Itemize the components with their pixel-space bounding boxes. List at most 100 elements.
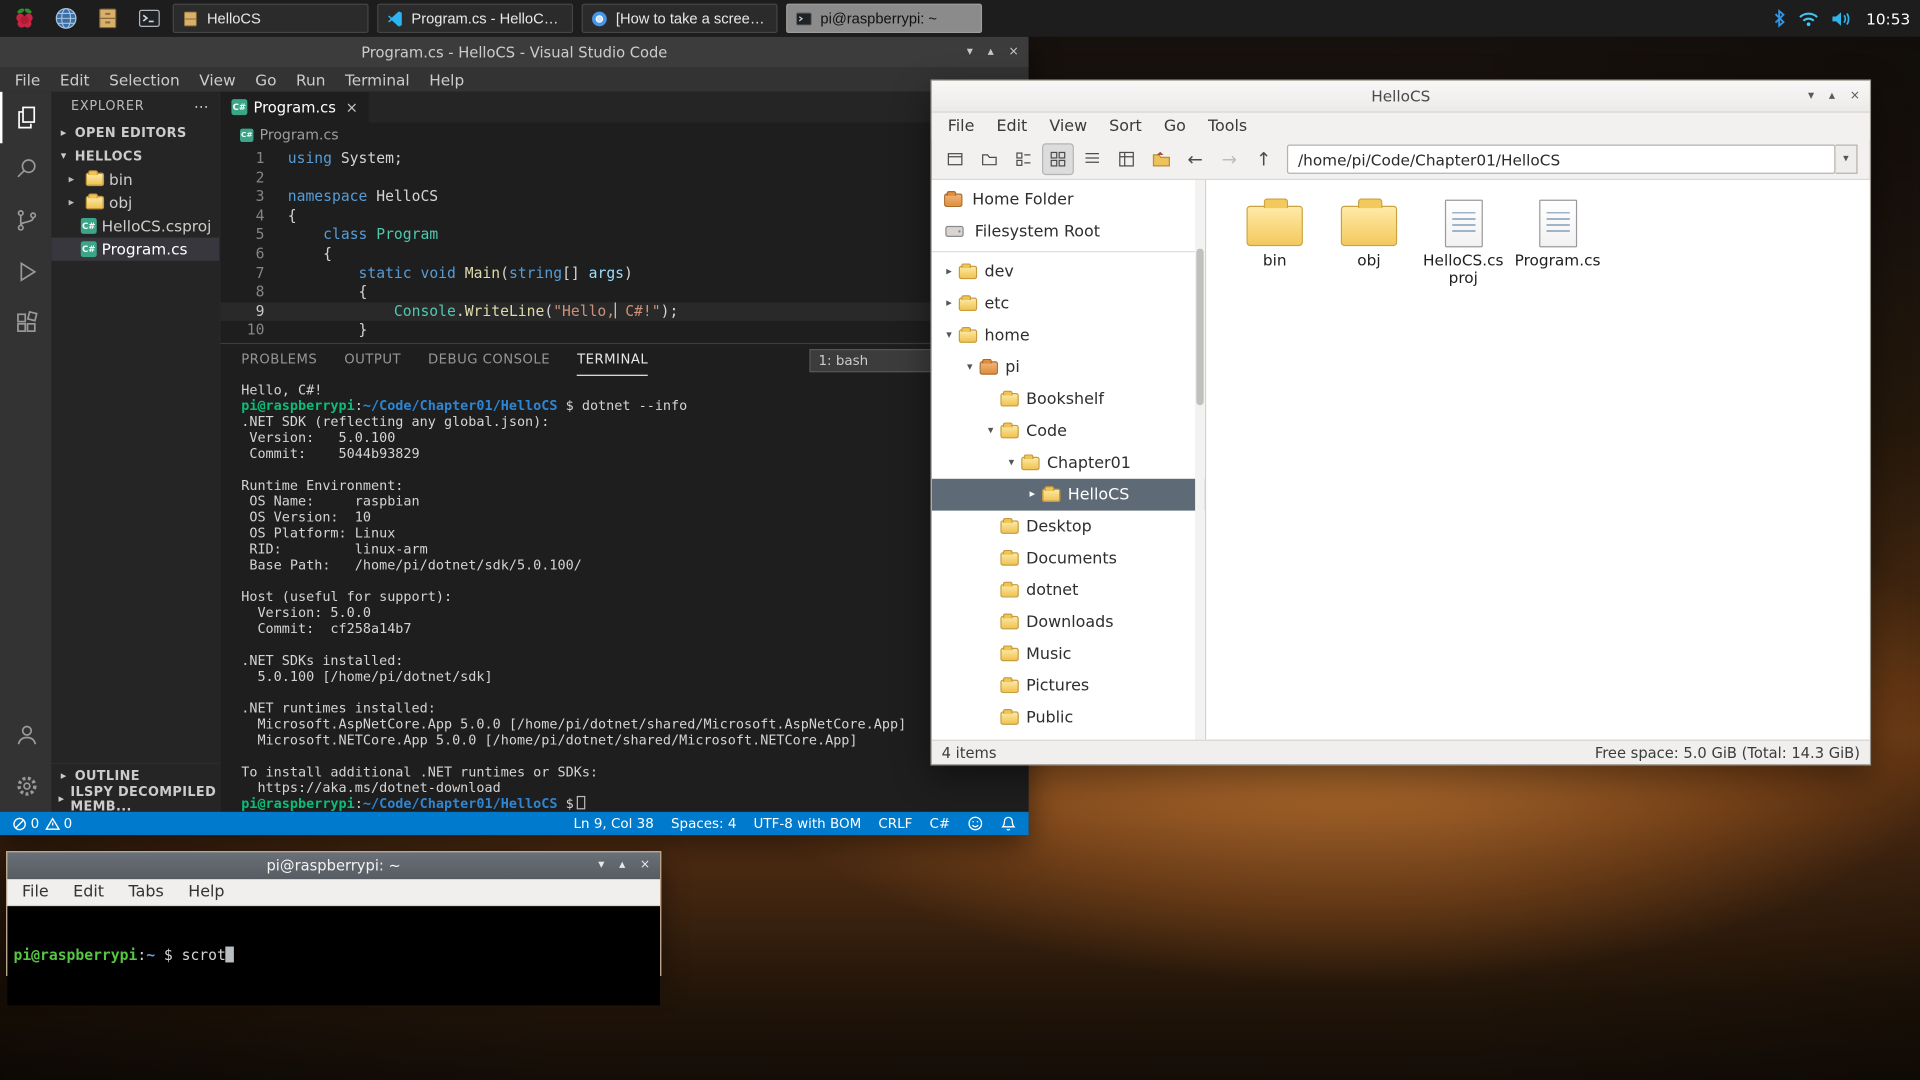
file-item[interactable]: HelloCS.csproj [1419,195,1507,288]
code-line[interactable]: 2 [220,168,1028,187]
code-line[interactable]: 5 class Program [220,226,1028,245]
tree-item[interactable]: dev [932,256,1205,288]
menu-item[interactable]: Tabs [116,883,176,901]
bluetooth-icon[interactable] [1772,9,1787,29]
menu-item[interactable]: Sort [1098,117,1153,135]
new-tab-icon[interactable] [939,143,971,175]
statusbar-item[interactable]: C# [930,816,951,832]
close-icon[interactable]: × [1009,46,1019,58]
path-input[interactable] [1287,144,1836,173]
statusbar-item[interactable]: UTF-8 with BOM [754,816,862,832]
maximize-icon[interactable]: ▴ [988,46,994,58]
open-editors-section[interactable]: ▸ OPEN EDITORS [51,121,219,144]
wifi-icon[interactable] [1798,10,1820,27]
code-line[interactable]: 1 using System; [220,149,1028,168]
icon-view-icon[interactable] [1042,143,1074,175]
tree-item[interactable]: Code [932,415,1205,447]
run-debug-icon[interactable] [0,246,51,297]
tree-item[interactable]: Desktop [932,511,1205,543]
web-browser-launcher[interactable] [51,4,80,33]
shade-icon[interactable]: ▾ [967,46,973,58]
tree-item[interactable]: Chapter01 [932,447,1205,479]
file-item[interactable]: Program.cs [1513,195,1601,270]
statusbar-item[interactable]: CRLF [878,816,912,832]
shade-icon[interactable]: ▾ [1808,90,1814,102]
file-list-pane[interactable]: bin obj HelloCS.csproj Program.cs [1206,180,1870,740]
integrated-terminal[interactable]: Hello, C#!pi@raspberrypi:~/Code/Chapter0… [220,376,1028,812]
source-control-icon[interactable] [0,195,51,246]
extensions-icon[interactable] [0,298,51,349]
tree-item[interactable]: dotnet [932,574,1205,606]
expander-icon[interactable] [983,425,998,437]
code-line[interactable]: 10 } [220,321,1028,340]
menu-item[interactable]: Edit [985,117,1038,135]
taskbar-task-vscode[interactable]: Program.cs - HelloCS... [377,4,573,33]
taskbar-task-terminal[interactable]: pi@raspberrypi: ~ [786,4,982,33]
sidebar-section[interactable]: ▸ ILSPY DECOMPILED MEMB... [51,787,219,810]
statusbar-item[interactable]: Ln 9, Col 38 [574,816,654,832]
breadcrumb[interactable]: C# Program.cs [220,122,1028,146]
menu-item[interactable]: Help [419,70,473,88]
expander-icon[interactable] [942,329,957,341]
warnings-indicator[interactable]: 0 [45,816,72,832]
path-dropdown-icon[interactable]: ▾ [1836,144,1858,173]
more-actions-icon[interactable]: ⋯ [194,98,209,115]
menu-item[interactable]: Tools [1197,117,1258,135]
menu-item[interactable]: Terminal [335,70,419,88]
vscode-titlebar[interactable]: Program.cs - HelloCS - Visual Studio Cod… [0,37,1029,68]
expander-icon[interactable] [942,298,957,310]
close-icon[interactable]: × [346,99,358,116]
settings-gear-icon[interactable] [0,760,51,811]
scrollbar-thumb[interactable] [1196,249,1203,406]
notifications-bell-icon[interactable] [1000,816,1016,832]
explorer-item[interactable]: ▸ C# bin [51,168,219,191]
menu-item[interactable]: File [10,883,61,901]
code-line[interactable]: 4 { [220,207,1028,226]
statusbar-item[interactable]: Spaces: 4 [671,816,736,832]
up-icon[interactable]: ↑ [1248,143,1280,175]
taskbar-task-browser[interactable]: [How to take a screen... [582,4,778,33]
code-line[interactable]: 9 Console.WriteLine("Hello, C#!"); [220,302,1028,321]
tree-item[interactable]: Pictures [932,670,1205,702]
explorer-icon[interactable] [0,92,51,143]
tree-item[interactable]: Music [932,638,1205,670]
taskbar-task-filemanager[interactable]: HelloCS [173,4,369,33]
explorer-item[interactable]: ▸ C# Program.cs [51,238,219,261]
tab-program-cs[interactable]: C# Program.cs × [220,92,370,123]
code-line[interactable]: 7 static void Main(string[] args) [220,264,1028,283]
tree-item[interactable]: home [932,320,1205,352]
code-line[interactable]: 6 { [220,245,1028,264]
list-view-icon[interactable] [1076,143,1108,175]
explorer-item[interactable]: ▸ C# HelloCS.csproj [51,214,219,237]
close-icon[interactable]: × [1850,90,1860,102]
code-editor[interactable]: 1 using System; 2 3 namespace HelloCS 4 … [220,147,1028,343]
menu-item[interactable]: Edit [61,883,116,901]
menu-item[interactable]: Selection [99,70,189,88]
expander-icon[interactable] [942,266,957,278]
tree-item[interactable]: Downloads [932,606,1205,638]
search-icon[interactable] [0,143,51,194]
account-icon[interactable] [0,709,51,760]
close-icon[interactable]: × [640,860,650,872]
home-folder-icon[interactable] [1145,143,1177,175]
detailed-view-icon[interactable] [1111,143,1143,175]
errors-indicator[interactable]: 0 [12,816,39,832]
terminal-screen[interactable]: pi@raspberrypi:~ $ scrot [7,906,660,1005]
file-manager-titlebar[interactable]: HelloCS ▾ ▴ × [932,81,1870,113]
panel-tab[interactable]: PROBLEMS [241,344,317,376]
tree-item[interactable]: Public [932,702,1205,734]
panel-tab[interactable]: TERMINAL [577,344,648,376]
back-icon[interactable]: ← [1179,143,1211,175]
maximize-icon[interactable]: ▴ [619,860,625,872]
maximize-icon[interactable]: ▴ [1829,90,1835,102]
feedback-smiley-icon[interactable] [967,816,983,832]
shade-icon[interactable]: ▾ [598,860,604,872]
expander-icon[interactable] [1025,489,1040,501]
expander-icon[interactable] [962,361,977,373]
project-section[interactable]: ▾ HELLOCS [51,144,219,167]
tree-scrollbar[interactable] [1195,180,1205,740]
menu-item[interactable]: Edit [50,70,99,88]
menu-item[interactable]: Run [286,70,335,88]
panel-tab[interactable]: DEBUG CONSOLE [428,344,550,376]
place-filesystem-root[interactable]: Filesystem Root [932,216,1205,248]
